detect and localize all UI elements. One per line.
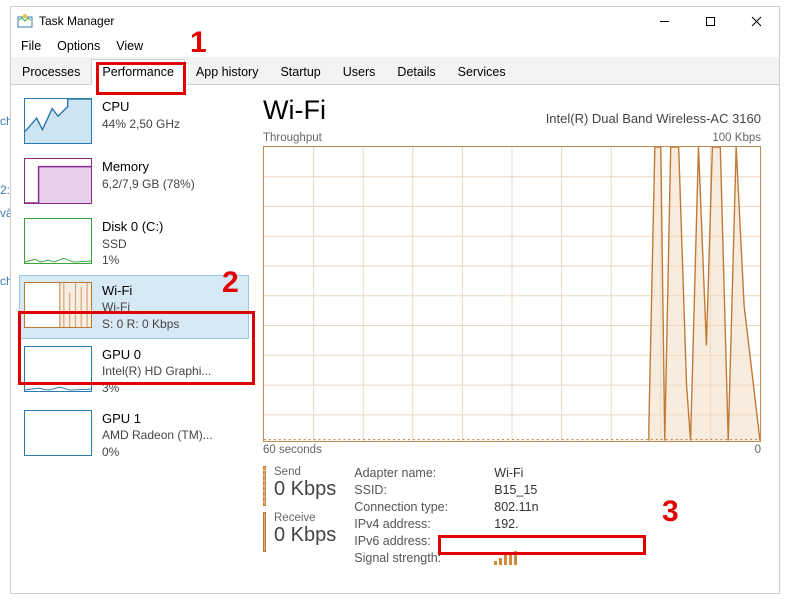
- tab-apphistory[interactable]: App history: [185, 58, 270, 84]
- menubar: File Options View: [11, 35, 779, 57]
- ssid-val: B15_15: [494, 483, 538, 497]
- memory-name: Memory: [102, 158, 195, 176]
- disk-line2: 1%: [102, 252, 163, 268]
- ssid-key: SSID:: [354, 483, 494, 497]
- stats-row: Send 0 Kbps Receive 0 Kbps Adapter name:: [263, 466, 761, 565]
- menu-options[interactable]: Options: [57, 39, 100, 53]
- signal-bars-icon: [494, 551, 538, 565]
- gpu1-name: GPU 1: [102, 410, 213, 428]
- gpu1-thumb: [24, 410, 92, 456]
- receive-stat: Receive 0 Kbps: [263, 512, 336, 552]
- window-controls: [641, 7, 779, 35]
- sidebar-item-gpu0[interactable]: GPU 0 Intel(R) HD Graphi... 3%: [19, 339, 249, 403]
- sidebar-item-wifi[interactable]: Wi-Fi Wi-Fi S: 0 R: 0 Kbps: [19, 275, 249, 339]
- disk-thumb: [24, 218, 92, 264]
- conn-key: Connection type:: [354, 500, 494, 514]
- memory-thumb: [24, 158, 92, 204]
- ipv4-key: IPv4 address:: [354, 517, 494, 531]
- wifi-line1: Wi-Fi: [102, 299, 179, 315]
- sidebar-item-cpu[interactable]: CPU 44% 2,50 GHz: [19, 91, 249, 151]
- adapter-name-val: Wi-Fi: [494, 466, 538, 480]
- tab-services[interactable]: Services: [447, 58, 517, 84]
- main-header: Wi-Fi Intel(R) Dual Band Wireless-AC 316…: [263, 95, 761, 126]
- tab-startup[interactable]: Startup: [269, 58, 331, 84]
- gpu0-name: GPU 0: [102, 346, 211, 364]
- send-label: Send: [274, 466, 336, 478]
- signal-key: Signal strength:: [354, 551, 494, 565]
- sidebar-item-memory[interactable]: Memory 6,2/7,9 GB (78%): [19, 151, 249, 211]
- sidebar-item-disk[interactable]: Disk 0 (C:) SSD 1%: [19, 211, 249, 275]
- chart-bottom-labels: 60 seconds 0: [263, 444, 761, 456]
- menu-view[interactable]: View: [116, 39, 143, 53]
- conn-val: 802.11n: [494, 500, 538, 514]
- send-value: 0 Kbps: [274, 478, 336, 501]
- memory-stats: 6,2/7,9 GB (78%): [102, 176, 195, 192]
- minimize-button[interactable]: [641, 7, 687, 35]
- receive-value: 0 Kbps: [274, 524, 336, 547]
- network-details: Adapter name: Wi-Fi SSID: B15_15 Connect…: [354, 466, 538, 565]
- send-stat: Send 0 Kbps: [263, 466, 336, 506]
- disk-name: Disk 0 (C:): [102, 218, 163, 236]
- close-button[interactable]: [733, 7, 779, 35]
- main-panel: Wi-Fi Intel(R) Dual Band Wireless-AC 316…: [249, 85, 779, 593]
- adapter-desc: Intel(R) Dual Band Wireless-AC 3160: [546, 111, 761, 126]
- send-color-bar: [263, 466, 266, 506]
- ipv4-val: 192.: [494, 517, 538, 531]
- gpu0-line2: 3%: [102, 380, 211, 396]
- main-title: Wi-Fi: [263, 95, 326, 126]
- content: CPU 44% 2,50 GHz Memory 6,2/7,9 GB (78%): [11, 85, 779, 593]
- signal-val: [494, 551, 538, 565]
- cpu-thumb: [24, 98, 92, 144]
- sidebar: CPU 44% 2,50 GHz Memory 6,2/7,9 GB (78%): [11, 85, 249, 593]
- menu-file[interactable]: File: [21, 39, 41, 53]
- tab-users[interactable]: Users: [332, 58, 387, 84]
- tab-details[interactable]: Details: [386, 58, 446, 84]
- sidebar-item-gpu1[interactable]: GPU 1 AMD Radeon (TM)... 0%: [19, 403, 249, 467]
- chart-y-max: 100 Kbps: [712, 132, 761, 144]
- ipv6-val: [494, 534, 538, 548]
- chart-x-right: 0: [755, 444, 761, 456]
- app-icon: [17, 13, 33, 29]
- tab-processes[interactable]: Processes: [11, 58, 91, 84]
- maximize-button[interactable]: [687, 7, 733, 35]
- adapter-name-key: Adapter name:: [354, 466, 494, 480]
- wifi-line2: S: 0 R: 0 Kbps: [102, 316, 179, 332]
- cpu-name: CPU: [102, 98, 180, 116]
- gpu0-thumb: [24, 346, 92, 392]
- tab-performance[interactable]: Performance: [91, 59, 185, 85]
- tabstrip: Processes Performance App history Startu…: [11, 57, 779, 85]
- titlebar: Task Manager: [11, 7, 779, 35]
- disk-line1: SSD: [102, 236, 163, 252]
- wifi-name: Wi-Fi: [102, 282, 179, 300]
- chart-y-label: Throughput: [263, 132, 322, 144]
- ipv6-key: IPv6 address:: [354, 534, 494, 548]
- window-title: Task Manager: [39, 14, 641, 28]
- gpu1-line2: 0%: [102, 444, 213, 460]
- chart-x-left: 60 seconds: [263, 444, 322, 456]
- task-manager-window: Task Manager File Options View Processes…: [10, 6, 780, 594]
- chart-top-labels: Throughput 100 Kbps: [263, 132, 761, 144]
- gpu0-line1: Intel(R) HD Graphi...: [102, 363, 211, 379]
- gpu1-line1: AMD Radeon (TM)...: [102, 427, 213, 443]
- cpu-stats: 44% 2,50 GHz: [102, 116, 180, 132]
- wifi-thumb: [24, 282, 92, 328]
- receive-label: Receive: [274, 512, 336, 524]
- throughput-chart[interactable]: [263, 146, 761, 442]
- receive-color-bar: [263, 512, 266, 552]
